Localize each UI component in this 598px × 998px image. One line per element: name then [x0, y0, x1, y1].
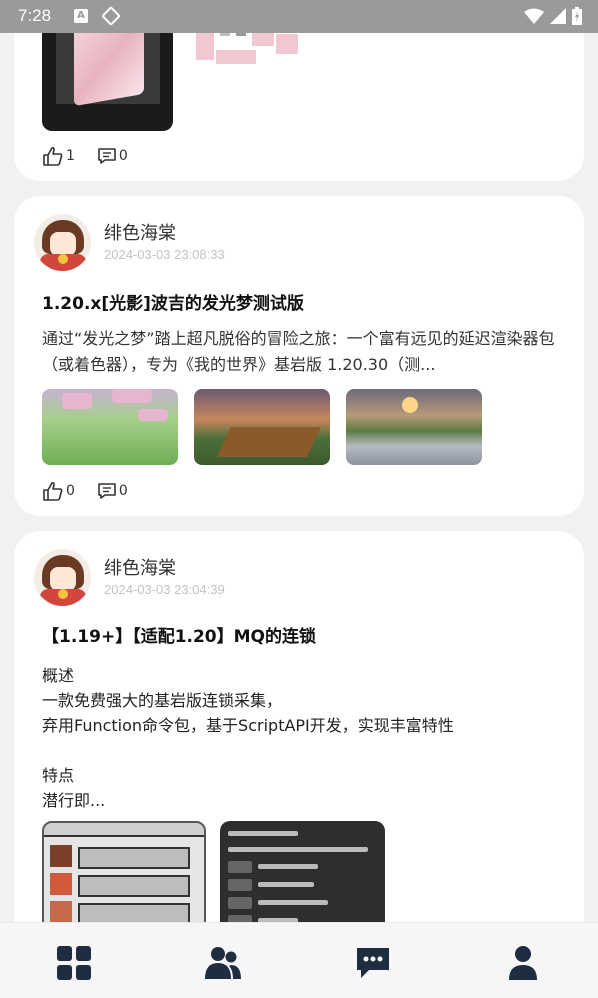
avatar[interactable]: [34, 549, 91, 606]
post-card[interactable]: 绯色海棠 2024-03-03 23:04:39 【1.19+】【适配1.20】…: [14, 531, 584, 922]
like-button[interactable]: 1: [42, 146, 75, 166]
thumbs-up-icon: [43, 481, 63, 501]
post-image[interactable]: [346, 389, 482, 465]
post-title[interactable]: 1.20.x[光影]波吉的发光梦测试版: [42, 289, 304, 314]
users-icon: [205, 947, 241, 979]
comment-icon: [98, 148, 116, 164]
status-bar: 7:28 A: [0, 0, 598, 33]
post-image[interactable]: [220, 821, 385, 922]
post-body[interactable]: 概述 一款免费强大的基岩版连锁采集， 弃用Function命令包，基于Scrip…: [42, 663, 454, 813]
author-name[interactable]: 绯色海棠: [104, 219, 176, 245]
avatar[interactable]: [34, 214, 91, 271]
comment-count: 0: [118, 483, 128, 499]
body-line: 特点: [42, 766, 75, 785]
bottom-nav: [0, 922, 598, 998]
profile-icon: [509, 946, 537, 980]
like-count: 1: [66, 148, 75, 164]
post-feed[interactable]: 1 0 绯色海棠 2024-03-03 23:08:33 1.20.x[光影]波…: [0, 0, 598, 922]
comment-button[interactable]: 0: [97, 482, 128, 500]
comment-icon: [98, 483, 116, 499]
status-time: 7:28: [18, 6, 52, 25]
post-image[interactable]: [42, 821, 206, 922]
post-date: 2024-03-03 23:08:33: [104, 247, 225, 262]
nav-home-tab[interactable]: [54, 943, 94, 983]
post-title[interactable]: 【1.19+】【适配1.20】MQ的连锁: [42, 622, 316, 647]
body-line: 一款免费强大的基岩版连锁采集，: [42, 691, 283, 710]
thumbs-up-icon: [43, 146, 63, 166]
chat-icon: [357, 948, 389, 978]
body-line: 潜行即...: [42, 791, 106, 810]
author-name[interactable]: 绯色海棠: [104, 554, 176, 580]
nav-profile-tab[interactable]: [503, 943, 543, 983]
body-line: 概述: [42, 666, 75, 685]
post-image[interactable]: [194, 389, 330, 465]
grid-icon: [57, 946, 91, 980]
like-button[interactable]: 0: [42, 481, 75, 501]
like-count: 0: [66, 483, 75, 499]
comment-button[interactable]: 0: [97, 147, 128, 165]
post-description[interactable]: 通过“发光之梦”踏上超凡脱俗的冒险之旅：一个富有远见的延迟渲染器包（或着色器），…: [42, 326, 558, 378]
notification-tag-icon: [101, 6, 121, 26]
nav-community-tab[interactable]: [203, 943, 243, 983]
battery-icon: [572, 7, 582, 25]
post-card[interactable]: 绯色海棠 2024-03-03 23:08:33 1.20.x[光影]波吉的发光…: [14, 196, 584, 516]
nav-messages-tab[interactable]: [353, 943, 393, 983]
comment-count: 0: [118, 148, 128, 164]
signal-icon: [550, 8, 566, 24]
body-line: 弃用Function命令包，基于ScriptAPI开发，实现丰富特性: [42, 716, 454, 735]
post-date: 2024-03-03 23:04:39: [104, 582, 225, 597]
wifi-icon: [524, 8, 544, 24]
post-image[interactable]: [42, 389, 178, 465]
notification-a-icon: A: [74, 9, 88, 23]
